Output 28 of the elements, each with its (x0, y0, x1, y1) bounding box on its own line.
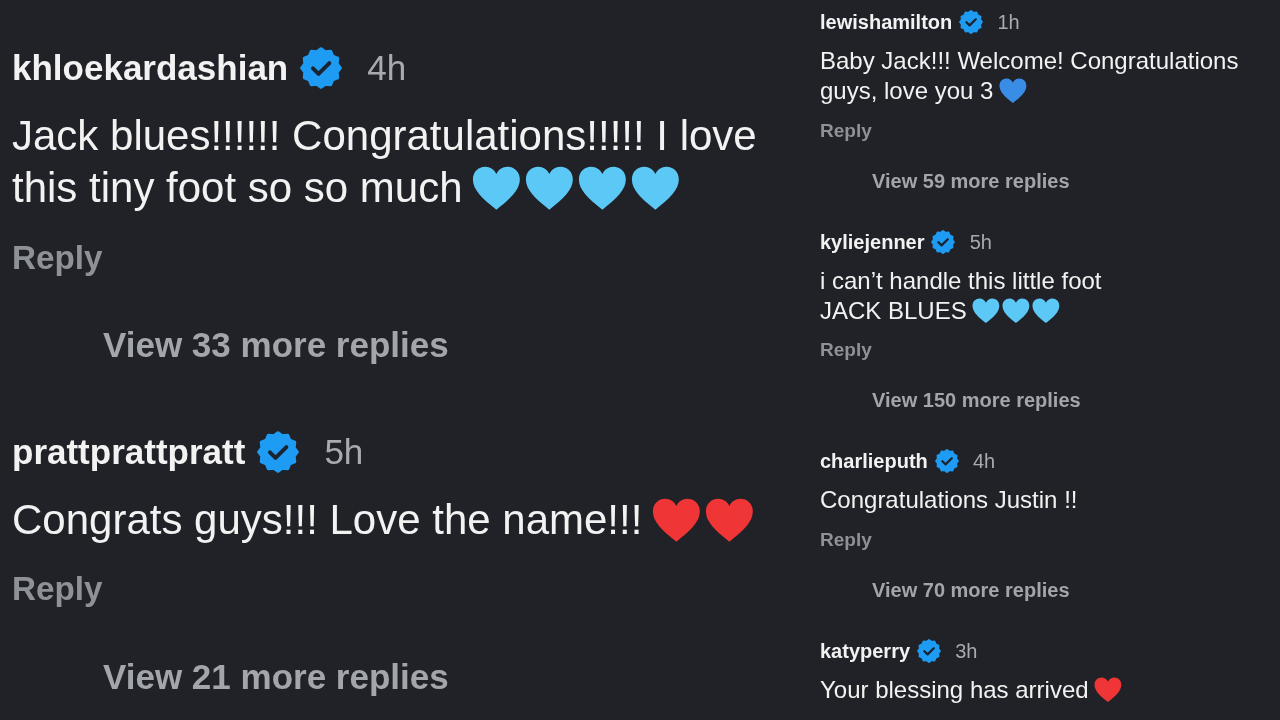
username[interactable]: khloekardashian (12, 46, 289, 89)
reply-link[interactable]: Reply (12, 236, 103, 279)
comment-text: Your blessing has arrived (820, 675, 1089, 703)
timestamp: 3h (955, 638, 978, 663)
timestamp: 4h (367, 46, 407, 89)
username[interactable]: kyliejenner (820, 229, 925, 254)
username[interactable]: katyperry (820, 638, 911, 663)
reply-link[interactable]: Reply (820, 338, 872, 362)
reply-link[interactable]: Reply (820, 118, 872, 143)
timestamp: 4h (973, 449, 996, 473)
timestamp: 5h (324, 430, 364, 473)
timestamp: 1h (997, 10, 1020, 34)
reply-link[interactable]: Reply (12, 568, 103, 611)
view-replies-link[interactable]: View 21 more replies (103, 655, 449, 698)
view-replies-link[interactable]: View 33 more replies (103, 324, 449, 367)
timestamp: 5h (969, 229, 992, 254)
reply-link[interactable]: Reply (820, 527, 872, 552)
view-replies-link[interactable]: View 150 more replies (872, 388, 1081, 412)
comment-text: Baby Jack!!! Welcome! Congratulations guys, love you 3 (820, 47, 1239, 104)
comment-text: i can’t handle this little foot JACK BLUES (820, 266, 1102, 324)
comment-text: Jack blues!!!!!! Congratulations!!!!! I love this tiny foot so so much (12, 111, 757, 212)
view-replies-link[interactable]: View 59 more replies (872, 168, 1070, 193)
view-replies-link[interactable]: View 70 more replies (872, 577, 1070, 602)
username[interactable]: lewishamilton (820, 10, 953, 34)
username[interactable]: charlieputh (820, 449, 928, 473)
comment-text: Congratulations Justin !! (820, 486, 1078, 513)
comment-text: Congrats guys!!! Love the name!!! (12, 495, 643, 543)
username[interactable]: prattprattpratt (12, 430, 246, 473)
